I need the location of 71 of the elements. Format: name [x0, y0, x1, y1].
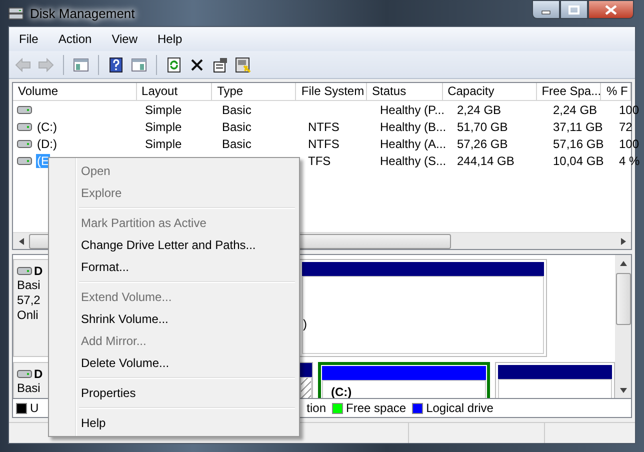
column-header[interactable]: Volume: [13, 83, 137, 100]
menu-item[interactable]: Action: [48, 32, 102, 46]
table-cell: Basic: [222, 120, 252, 134]
drive-letter[interactable]: (D:): [36, 136, 58, 150]
drive-icon: [17, 140, 32, 148]
scroll-down-icon[interactable]: [620, 388, 626, 393]
drive-icon: [17, 370, 32, 378]
drive-icon: [17, 267, 32, 275]
partition-bar: [300, 363, 312, 377]
table-cell: 57,16 GB: [553, 136, 604, 150]
scroll-up-icon[interactable]: [620, 261, 626, 266]
menu-item[interactable]: View: [102, 32, 148, 46]
table-cell: 2,24 GB: [457, 102, 502, 116]
table-cell: TFS: [308, 154, 331, 168]
table-cell: 244,14 GB: [457, 154, 514, 168]
table-cell: Basic: [222, 136, 252, 150]
table-cell: NTFS: [308, 120, 340, 134]
table-cell: 2,24 GB: [553, 102, 598, 116]
close-icon: [605, 4, 617, 14]
column-header[interactable]: File System: [296, 83, 368, 100]
table-cell: 37,11 GB: [553, 120, 603, 134]
table-cell: Healthy (A...: [380, 136, 446, 150]
close-button[interactable]: [588, 0, 634, 19]
context-menu-item[interactable]: Help: [51, 412, 297, 434]
context-menu-item[interactable]: Change Drive Letter and Paths...: [51, 234, 297, 256]
legend-label: U: [30, 401, 39, 415]
legend-label: Logical drive: [426, 401, 494, 415]
table-cell: 57,26 GB: [457, 136, 508, 150]
column-header[interactable]: % F: [601, 83, 631, 100]
menu-item[interactable]: Help: [148, 32, 192, 46]
drive-icon: [17, 156, 32, 164]
disk-info: Basi: [17, 278, 42, 293]
table-cell: 51,70 GB: [457, 120, 508, 134]
vertical-scrollbar[interactable]: [615, 255, 631, 398]
legend-label: Free space: [346, 401, 406, 415]
column-header[interactable]: Status: [367, 83, 443, 100]
column-header[interactable]: Type: [212, 83, 296, 100]
partition-block[interactable]: ): [299, 259, 547, 357]
drive-icon: [17, 106, 32, 114]
context-menu-item[interactable]: Format...: [51, 256, 297, 278]
table-cell: NTFS: [308, 136, 340, 150]
window-title: Disk Management: [30, 6, 135, 20]
table-cell: Basic: [222, 102, 252, 116]
partition-label: ): [303, 317, 307, 331]
drive-icon: [17, 122, 32, 130]
table-cell: 10,04 GB: [553, 154, 604, 168]
column-header[interactable]: Capacity: [442, 83, 537, 100]
scroll-left-icon[interactable]: [19, 238, 24, 244]
table-cell: Simple: [145, 120, 182, 134]
minimize-button[interactable]: [532, 0, 560, 19]
maximize-icon: [568, 4, 580, 14]
table-cell: Healthy (B...: [380, 120, 446, 134]
context-menu-item[interactable]: Properties: [51, 382, 297, 404]
table-cell: Simple: [145, 136, 182, 150]
toolbar-wizard-button[interactable]: [233, 54, 253, 74]
maximize-button[interactable]: [560, 0, 588, 19]
menu-item[interactable]: File: [9, 32, 48, 46]
column-header[interactable]: Free Spa...: [536, 83, 602, 100]
scroll-right-icon[interactable]: [621, 238, 626, 244]
table-cell: Simple: [145, 102, 182, 116]
context-menu-item[interactable]: Delete Volume...: [51, 352, 297, 374]
table-cell: Healthy (S...: [380, 154, 446, 168]
disk-name: D: [34, 367, 43, 381]
disk-name: D: [34, 264, 43, 278]
column-header[interactable]: Layout: [136, 83, 212, 100]
drive-letter[interactable]: (C:): [36, 120, 58, 134]
legend-label: tion: [306, 401, 326, 415]
context-menu-item[interactable]: Shrink Volume...: [51, 308, 297, 330]
table-cell: Healthy (P...: [380, 102, 444, 116]
table-cell: 72: [619, 120, 632, 134]
disk-management-icon: [8, 6, 24, 20]
